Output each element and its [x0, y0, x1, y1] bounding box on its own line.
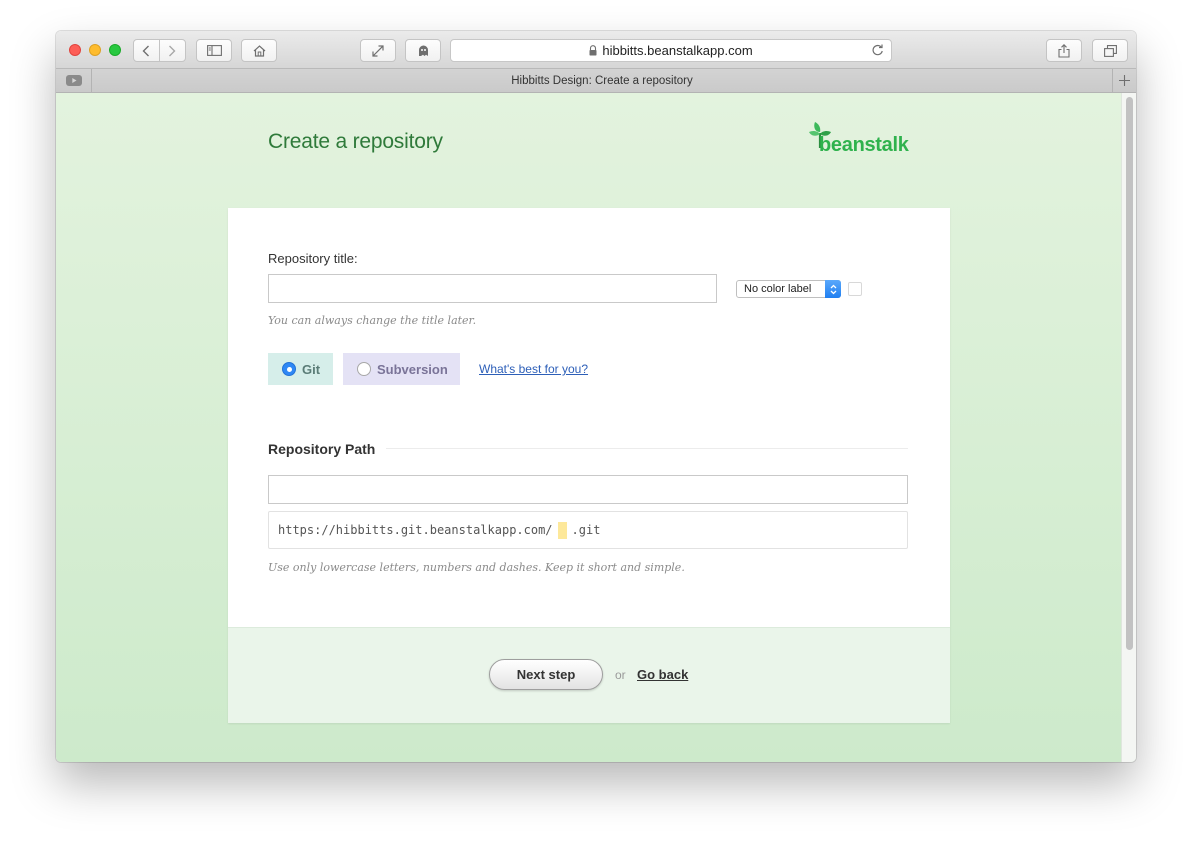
share-button[interactable] [1046, 39, 1082, 62]
reload-icon[interactable] [871, 43, 884, 57]
color-label-select[interactable]: No color label [736, 280, 841, 298]
go-back-link[interactable]: Go back [637, 667, 688, 682]
radio-selected-icon [282, 362, 296, 376]
vcs-option-label: Subversion [377, 361, 448, 377]
tab-title: Hibbitts Design: Create a repository [511, 74, 693, 87]
title-hint: You can always change the title later. [268, 314, 477, 327]
repository-title-input[interactable] [268, 274, 717, 303]
url-prefix: https://hibbitts.git.beanstalkapp.com/ [278, 523, 553, 537]
home-icon [253, 44, 265, 57]
ghostery-icon [418, 45, 428, 56]
address-bar[interactable]: hibbitts.beanstalkapp.com [450, 39, 892, 62]
expand-arrows-icon [372, 44, 384, 57]
lock-icon [589, 45, 597, 56]
vcs-option-subversion[interactable]: Subversion [343, 353, 460, 385]
chevron-left-icon [142, 45, 150, 56]
repository-title-label: Repository title: [268, 251, 358, 266]
home-button[interactable] [241, 39, 277, 62]
whats-best-link[interactable]: What's best for you? [479, 362, 588, 376]
radio-unselected-icon [357, 362, 371, 376]
vertical-scrollbar[interactable] [1121, 93, 1136, 762]
path-placeholder-highlight [557, 521, 567, 539]
youtube-icon [65, 75, 82, 86]
new-tab-button[interactable] [1112, 69, 1136, 92]
plus-icon [1119, 75, 1130, 86]
page-title: Create a repository [268, 130, 443, 153]
vcs-option-label: Git [302, 361, 321, 377]
page-content: Create a repository beanstalk Repository… [56, 93, 1136, 762]
browser-window: hibbitts.beanstalkapp.com Hibbitts Desig… [56, 31, 1136, 762]
active-tab[interactable]: Hibbitts Design: Create a repository [92, 69, 1112, 92]
repository-url-preview: https://hibbitts.git.beanstalkapp.com/ .… [268, 511, 908, 549]
fullscreen-button[interactable] [360, 39, 396, 62]
tab-bar: Hibbitts Design: Create a repository [56, 69, 1136, 93]
or-separator: or [615, 668, 626, 682]
color-label-select-value: No color label [744, 283, 812, 295]
close-window-button[interactable] [69, 44, 81, 56]
maximize-window-button[interactable] [109, 44, 121, 56]
repository-path-heading: Repository Path [268, 441, 376, 457]
tabs-overview-button[interactable] [1092, 39, 1128, 62]
minimize-window-button[interactable] [89, 44, 101, 56]
chevron-right-icon [169, 45, 176, 56]
section-divider [386, 448, 908, 449]
logo-text: beanstalk [819, 134, 909, 156]
nav-buttons [133, 39, 186, 62]
extension-button[interactable] [405, 39, 441, 62]
scrollbar-thumb[interactable] [1126, 97, 1133, 650]
sidebar-icon [206, 45, 222, 56]
path-hint: Use only lowercase letters, numbers and … [268, 561, 685, 574]
create-repository-form: Repository title: No color label You can… [228, 208, 950, 723]
url-text: hibbitts.beanstalkapp.com [602, 43, 753, 58]
pinned-tab[interactable] [56, 69, 92, 92]
url-suffix: .git [571, 523, 601, 537]
beanstalk-logo[interactable]: beanstalk [807, 120, 912, 158]
vcs-option-git[interactable]: Git [268, 353, 333, 385]
back-button[interactable] [134, 40, 160, 61]
color-swatch[interactable] [848, 282, 862, 296]
repository-path-input[interactable] [268, 475, 908, 504]
browser-toolbar: hibbitts.beanstalkapp.com [56, 31, 1136, 69]
tabs-icon [1103, 44, 1117, 57]
sidebar-toggle-button[interactable] [196, 39, 232, 62]
forward-button[interactable] [160, 40, 185, 61]
share-icon [1058, 43, 1070, 58]
form-footer: Next step or Go back [228, 627, 950, 723]
select-arrows-icon [825, 280, 841, 298]
next-step-button[interactable]: Next step [489, 659, 603, 690]
